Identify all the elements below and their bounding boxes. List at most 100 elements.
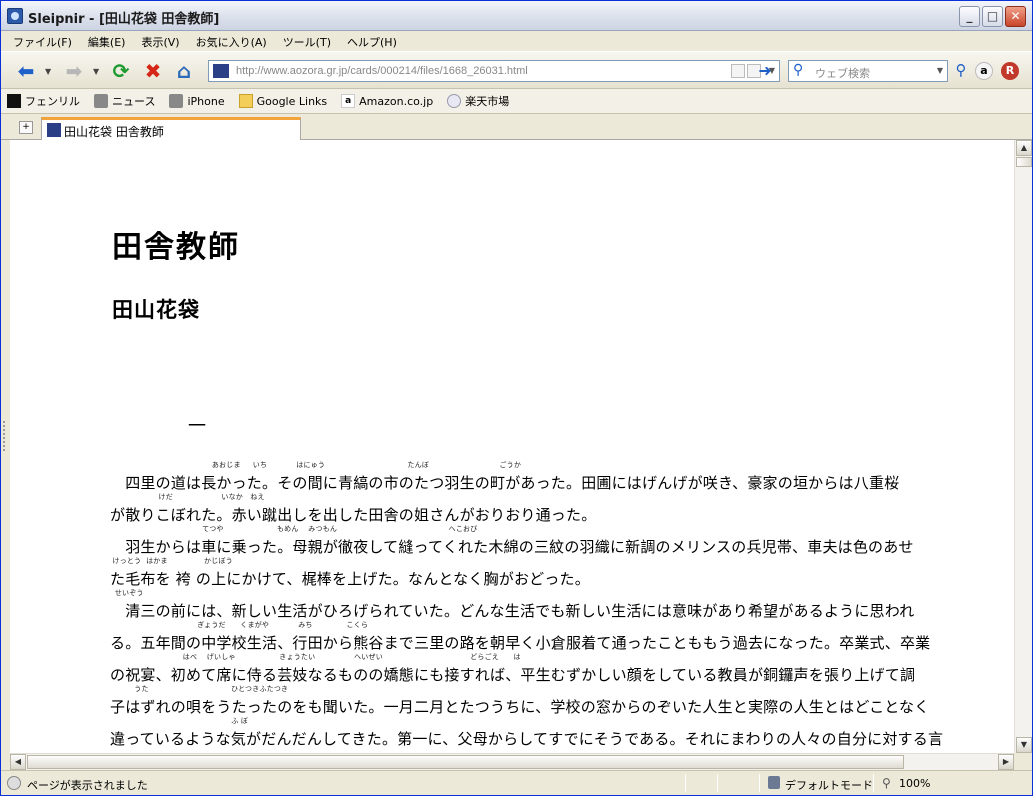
ruby-annotation: はべ げいしゃ きょうたい へいぜい どらごえ は bbox=[110, 653, 521, 661]
back-button[interactable]: ⬅ bbox=[13, 58, 39, 84]
go-button[interactable]: ➜ bbox=[754, 61, 776, 81]
back-history-dropdown-icon[interactable]: ▼ bbox=[45, 67, 51, 76]
maximize-icon: □ bbox=[986, 9, 999, 23]
scroll-down-icon[interactable]: ▼ bbox=[1016, 737, 1032, 753]
reload-button[interactable]: ⟳ bbox=[108, 58, 134, 84]
close-icon: ✕ bbox=[1010, 9, 1021, 23]
window-title: Sleipnir - [田山花袋 田舎教師] bbox=[28, 12, 220, 27]
stop-button[interactable]: ✖ bbox=[140, 58, 166, 84]
search-box[interactable]: ⚲ ウェブ検索 ▼ bbox=[788, 60, 948, 82]
search-placeholder[interactable]: ウェブ検索 bbox=[815, 65, 870, 81]
maximize-button[interactable]: □ bbox=[982, 6, 1003, 27]
horizontal-scrollbar[interactable]: ◀ ▶ bbox=[10, 753, 1014, 770]
fenrir-icon bbox=[7, 94, 21, 108]
zoom-icon[interactable]: ⚲ bbox=[882, 776, 891, 790]
link-google-links[interactable]: Google Links bbox=[238, 94, 328, 108]
ruby-annotation: けだ いなか ねえ bbox=[110, 493, 265, 501]
new-tab-button[interactable]: + bbox=[19, 121, 33, 134]
text-line: ふ ぼ違っているような気がだんだんしてきた。第一に、父母からしてすでにそうである… bbox=[110, 714, 943, 748]
document-body: あおじま いち はにゅう たんぼ ごうか 四里の道は長かった。その間に青縞の市の… bbox=[110, 458, 943, 748]
folder-icon bbox=[238, 94, 253, 108]
tab-label: 田山花袋 田舎教師 bbox=[64, 125, 164, 139]
forward-button[interactable]: ➡ bbox=[61, 58, 87, 84]
menu-bar: ファイル(F) 編集(E) 表示(V) お気に入り(A) ツール(T) ヘルプ(… bbox=[1, 31, 1032, 51]
menu-view[interactable]: 表示(V) bbox=[133, 31, 187, 51]
vertical-scrollbar[interactable]: ▲ ▼ bbox=[1014, 140, 1032, 753]
search-engine-icon[interactable]: ⚲ bbox=[793, 62, 803, 78]
rakuten-search-icon[interactable]: R bbox=[1001, 62, 1019, 80]
status-divider bbox=[685, 774, 686, 792]
page-info-icon[interactable] bbox=[731, 64, 745, 78]
mode-label[interactable]: デフォルトモード bbox=[785, 777, 873, 793]
amazon-search-icon[interactable]: a bbox=[975, 62, 993, 80]
menu-favorites[interactable]: お気に入り(A) bbox=[188, 31, 275, 51]
menu-edit[interactable]: 編集(E) bbox=[80, 31, 134, 51]
text-line: はべ げいしゃ きょうたい へいぜい どらごえ はの祝宴、初めて席に侍る芸妓なる… bbox=[110, 650, 915, 684]
status-text: ページが表示されました bbox=[27, 779, 148, 792]
forward-history-dropdown-icon[interactable]: ▼ bbox=[93, 67, 99, 76]
scroll-up-icon[interactable]: ▲ bbox=[1016, 140, 1032, 156]
menu-tools[interactable]: ツール(T) bbox=[275, 31, 339, 51]
vertical-scroll-thumb[interactable] bbox=[1016, 157, 1032, 167]
window-controls: _ □ ✕ bbox=[959, 6, 1026, 27]
address-bar[interactable]: http://www.aozora.gr.jp/cards/000214/fil… bbox=[208, 60, 780, 82]
tab-favicon bbox=[47, 123, 61, 137]
tab-active[interactable]: 田山花袋 田舎教師 bbox=[41, 117, 301, 140]
go-arrow-icon: ➜ bbox=[758, 61, 772, 80]
horizontal-scroll-thumb[interactable] bbox=[27, 755, 904, 769]
navigation-toolbar: ⬅ ▼ ➡ ▼ ⟳ ✖ ⌂ http://www.aozora.gr.jp/ca… bbox=[1, 51, 1032, 89]
link-label: 楽天市場 bbox=[465, 95, 510, 108]
status-divider bbox=[873, 774, 874, 792]
zoom-level[interactable]: 100% bbox=[899, 777, 930, 790]
sidebar-grip-handle[interactable] bbox=[3, 421, 7, 451]
document-title: 田舎教師 bbox=[112, 230, 240, 265]
link-news[interactable]: ニュース bbox=[94, 93, 155, 109]
text-line: せいぞう 清三の前には、新しい生活がひろげられていた。どんな生活でも新しい生活に… bbox=[110, 586, 914, 620]
link-label: フェンリル bbox=[25, 95, 80, 108]
line-text: 違っているような気がだんだんしてきた。第一に、父母からしてすでにそうである。それ… bbox=[110, 730, 944, 748]
address-url[interactable]: http://www.aozora.gr.jp/cards/000214/fil… bbox=[236, 65, 528, 77]
ruby-annotation: けっとう はかま かじぼう bbox=[110, 557, 233, 565]
status-bar: ページが表示されました デフォルトモード ⚲ 100% bbox=[1, 770, 1032, 795]
scroll-left-icon[interactable]: ◀ bbox=[10, 754, 26, 770]
minimize-button[interactable]: _ bbox=[959, 6, 980, 27]
home-icon: ⌂ bbox=[176, 59, 192, 83]
forward-arrow-icon: ➡ bbox=[65, 59, 83, 83]
ruby-annotation: あおじま いち はにゅう たんぼ ごうか bbox=[110, 461, 522, 469]
home-button[interactable]: ⌂ bbox=[171, 58, 197, 84]
menu-help[interactable]: ヘルプ(H) bbox=[339, 31, 405, 51]
search-icon: ⚲ bbox=[955, 61, 967, 79]
menu-file[interactable]: ファイル(F) bbox=[5, 31, 80, 51]
search-dropdown-icon[interactable]: ▼ bbox=[937, 66, 943, 75]
link-fenrir[interactable]: フェンリル bbox=[7, 93, 80, 109]
link-iphone[interactable]: iPhone bbox=[169, 94, 225, 108]
security-mode-icon[interactable] bbox=[768, 776, 780, 789]
link-label: Google Links bbox=[256, 94, 328, 108]
search-button[interactable]: ⚲ bbox=[951, 61, 971, 81]
sleipnir-app-icon bbox=[7, 8, 23, 24]
close-button[interactable]: ✕ bbox=[1005, 6, 1026, 27]
scrollbar-corner bbox=[1014, 753, 1032, 770]
ruby-annotation: ふ ぼ bbox=[110, 717, 249, 725]
rss-icon bbox=[169, 94, 184, 108]
link-amazon[interactable]: a Amazon.co.jp bbox=[341, 94, 433, 108]
text-line: あおじま いち はにゅう たんぼ ごうか 四里の道は長かった。その間に青縞の市の… bbox=[110, 458, 910, 492]
new-tab-icon: + bbox=[22, 122, 30, 132]
rss-icon bbox=[94, 94, 108, 108]
link-rakuten[interactable]: 楽天市場 bbox=[447, 93, 509, 109]
chapter-heading: 一 bbox=[188, 416, 206, 437]
links-bar: フェンリル ニュース iPhone Google Links a Amazon.c… bbox=[1, 89, 1032, 114]
link-label: Amazon.co.jp bbox=[359, 94, 434, 108]
amazon-icon: a bbox=[341, 94, 356, 108]
text-line: てつや もめん みつもん へこおび 羽生からは車に乗った。母親が徹夜して縫ってく… bbox=[110, 522, 913, 556]
ruby-annotation: てつや もめん みつもん へこおび bbox=[110, 525, 478, 533]
ruby-annotation: せいぞう bbox=[110, 589, 144, 597]
link-label: ニュース bbox=[112, 95, 156, 108]
title-bar: Sleipnir - [田山花袋 田舎教師] _ □ ✕ bbox=[1, 1, 1032, 31]
scroll-right-icon[interactable]: ▶ bbox=[998, 754, 1014, 770]
minimize-icon: _ bbox=[966, 9, 973, 23]
text-line: ぎょうだ くまがや みち こくら る。五年間の中学校生活、行田から熊谷まで三里の路… bbox=[110, 618, 930, 652]
status-divider bbox=[759, 774, 760, 792]
link-label: iPhone bbox=[187, 94, 225, 108]
text-line: けだ いなか ねえ が散りこぼれた。赤い蹴出しを出した田舎の姐さんがおりおり通った… bbox=[110, 490, 910, 524]
